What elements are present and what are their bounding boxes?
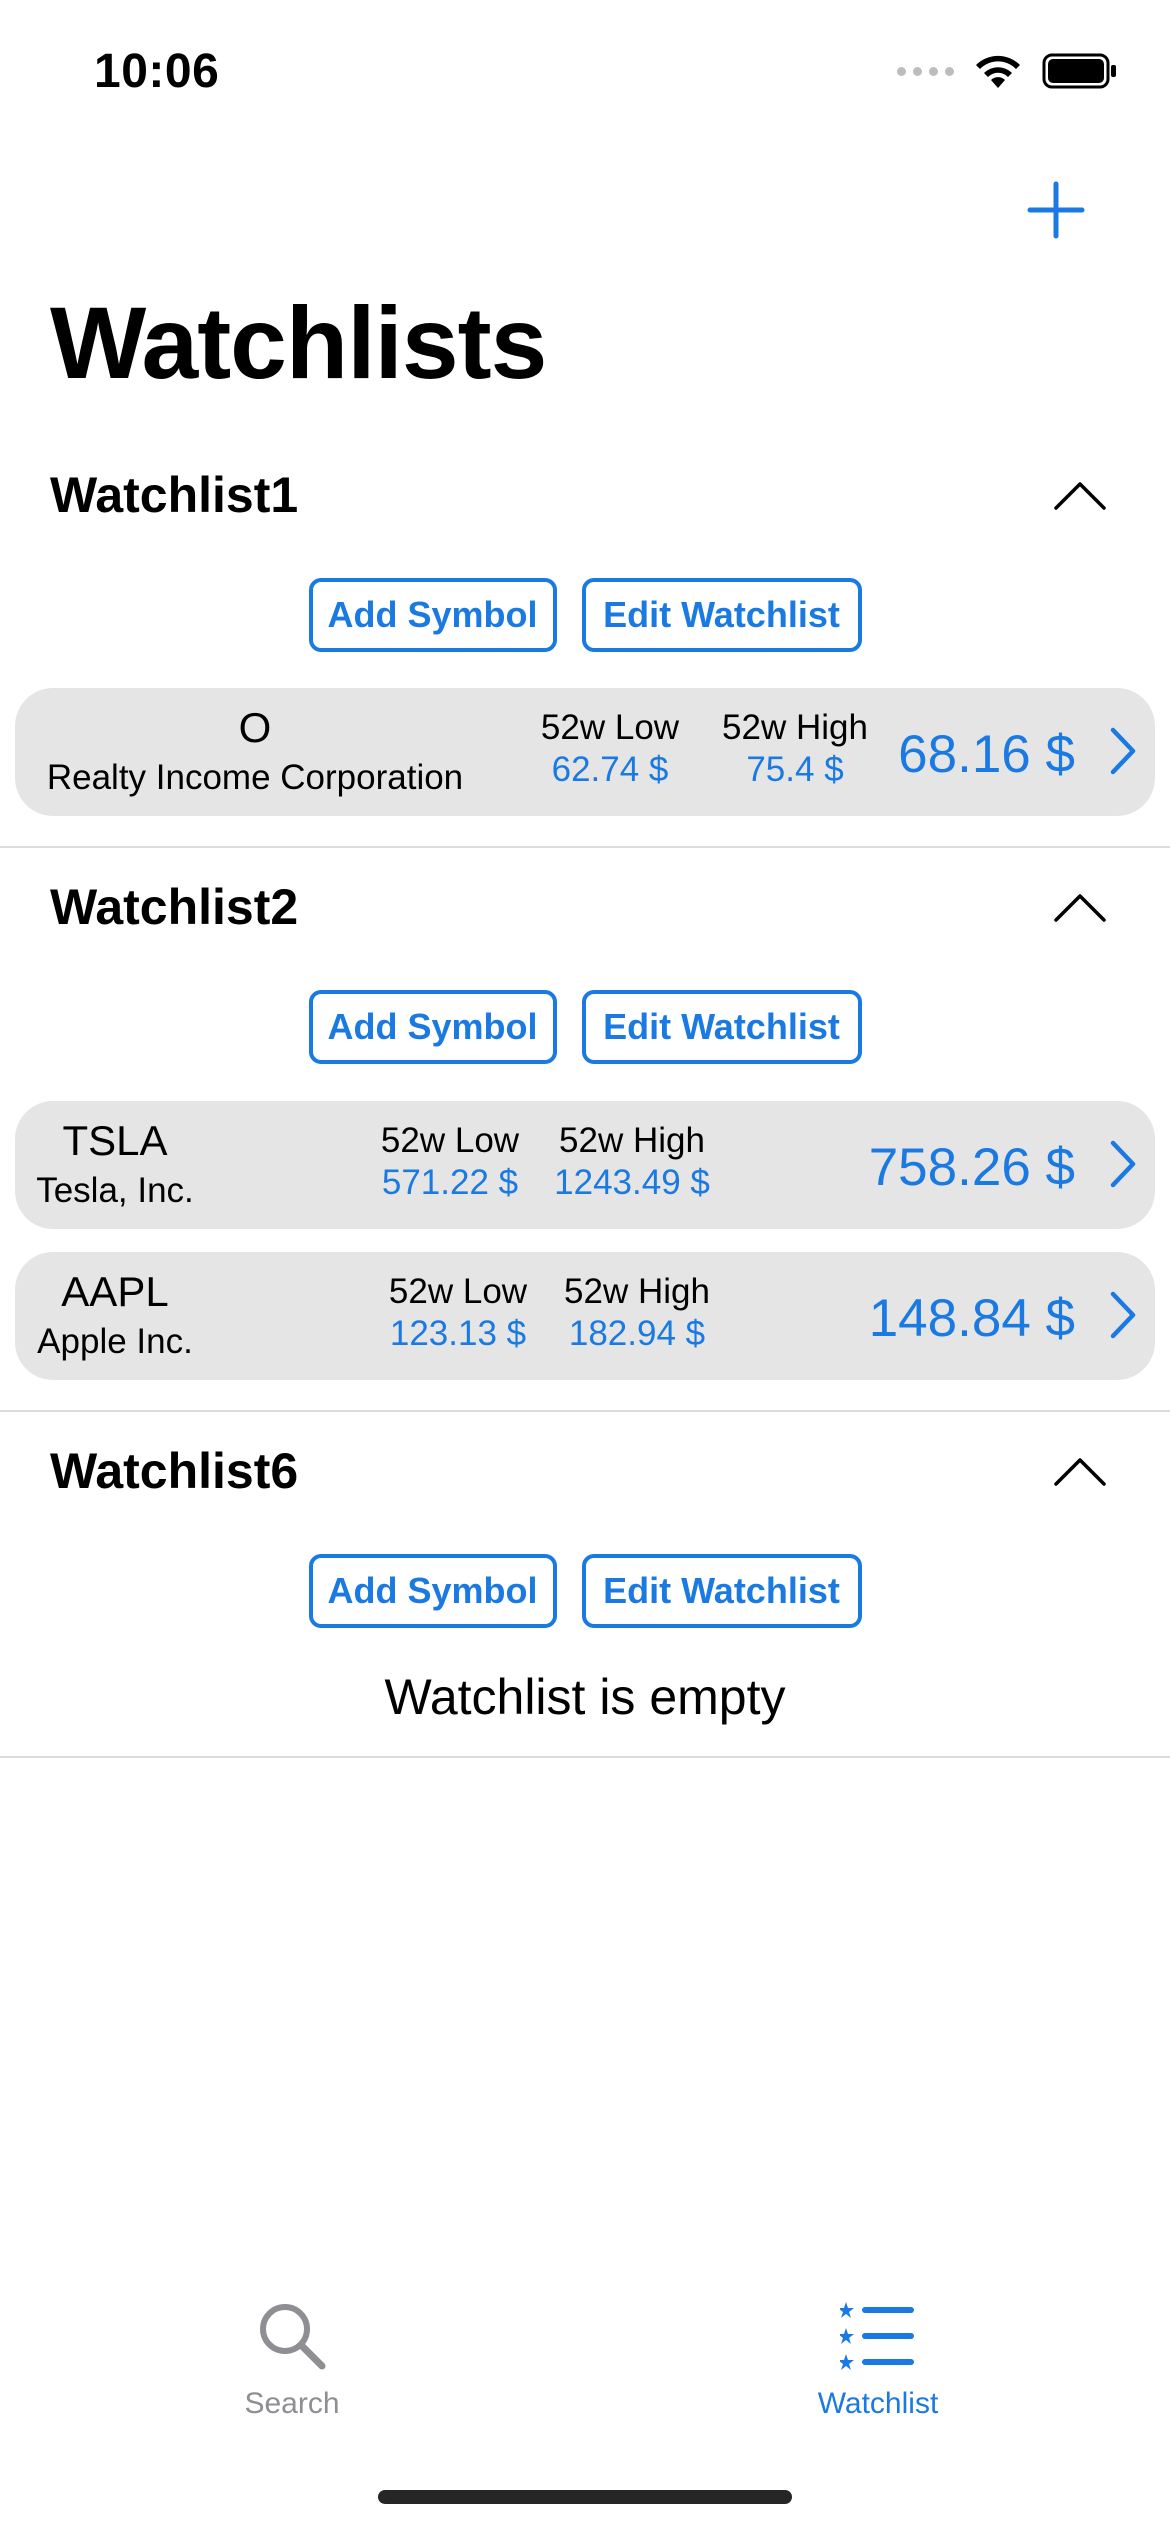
wifi-icon bbox=[976, 55, 1020, 88]
tab-watchlist[interactable]: Watchlist bbox=[728, 2300, 1028, 2421]
cellular-signal-icon bbox=[897, 66, 954, 76]
add-symbol-button[interactable]: Add Symbol bbox=[308, 990, 557, 1064]
chevron-right-icon bbox=[1110, 727, 1136, 775]
home-indicator bbox=[378, 2490, 792, 2504]
add-watchlist-button[interactable] bbox=[1026, 180, 1086, 240]
low-value: 571.22 $ bbox=[381, 1163, 519, 1202]
stock-symbol: TSLA bbox=[62, 1117, 168, 1164]
stock-symbol: O bbox=[238, 704, 272, 751]
add-symbol-button[interactable]: Add Symbol bbox=[308, 578, 557, 652]
status-bar: 10:06 bbox=[0, 0, 1170, 140]
stock-row[interactable]: TSLA Tesla, Inc. 52w Low 571.22 $ 52w Hi… bbox=[15, 1101, 1155, 1229]
low-label: 52w Low bbox=[388, 1272, 528, 1311]
high-label: 52w High bbox=[559, 1121, 705, 1160]
stock-row[interactable]: O Realty Income Corporation 52w Low 62.7… bbox=[15, 688, 1155, 816]
watchlist-actions: Add Symbol Edit Watchlist bbox=[0, 990, 1170, 1064]
stock-name: Apple Inc. bbox=[37, 1322, 193, 1361]
high-value: 1243.49 $ bbox=[554, 1163, 710, 1202]
section-divider bbox=[0, 1756, 1170, 1758]
watchlist-actions: Add Symbol Edit Watchlist bbox=[0, 1554, 1170, 1628]
high-value: 75.4 $ bbox=[746, 750, 844, 789]
watchlist-header: Watchlist6 bbox=[50, 1443, 299, 1499]
chevron-right-icon bbox=[1110, 1140, 1136, 1188]
chevron-up-icon[interactable] bbox=[1050, 890, 1110, 926]
low-label: 52w Low bbox=[540, 708, 680, 747]
stock-price: 148.84 $ bbox=[868, 1289, 1075, 1348]
watchlist-header: Watchlist1 bbox=[50, 467, 299, 523]
empty-watchlist-message: Watchlist is empty bbox=[384, 1669, 786, 1725]
chevron-right-icon bbox=[1110, 1291, 1136, 1339]
stock-price: 68.16 $ bbox=[898, 725, 1075, 784]
stock-row[interactable]: AAPL Apple Inc. 52w Low 123.13 $ 52w Hig… bbox=[15, 1252, 1155, 1380]
list-icon bbox=[838, 2302, 914, 2370]
stock-name: Tesla, Inc. bbox=[36, 1171, 194, 1210]
section-divider bbox=[0, 1410, 1170, 1412]
add-symbol-button[interactable]: Add Symbol bbox=[308, 1554, 557, 1628]
tab-search[interactable]: Search bbox=[142, 2300, 442, 2421]
chevron-up-icon[interactable] bbox=[1050, 1454, 1110, 1490]
status-icons bbox=[897, 52, 1118, 90]
low-label: 52w Low bbox=[380, 1121, 520, 1160]
section-divider bbox=[0, 846, 1170, 848]
edit-watchlist-button[interactable]: Edit Watchlist bbox=[581, 1554, 862, 1628]
low-value: 123.13 $ bbox=[389, 1314, 527, 1353]
edit-watchlist-button[interactable]: Edit Watchlist bbox=[581, 990, 862, 1064]
edit-watchlist-button[interactable]: Edit Watchlist bbox=[581, 578, 862, 652]
battery-icon bbox=[1042, 53, 1116, 89]
stock-name: Realty Income Corporation bbox=[46, 758, 464, 797]
search-icon bbox=[260, 2304, 326, 2370]
page-title: Watchlists bbox=[50, 286, 547, 400]
stock-price: 758.26 $ bbox=[868, 1138, 1075, 1197]
status-time: 10:06 bbox=[94, 45, 220, 98]
low-value: 62.74 $ bbox=[551, 750, 669, 789]
high-label: 52w High bbox=[722, 708, 868, 747]
watchlist-header: Watchlist2 bbox=[50, 879, 299, 935]
high-label: 52w High bbox=[564, 1272, 710, 1311]
tab-label: Search bbox=[244, 2387, 340, 2420]
chevron-up-icon[interactable] bbox=[1050, 478, 1110, 514]
watchlist-actions: Add Symbol Edit Watchlist bbox=[0, 578, 1170, 652]
stock-symbol: AAPL bbox=[61, 1268, 169, 1315]
high-value: 182.94 $ bbox=[568, 1314, 706, 1353]
tab-label: Watchlist bbox=[817, 2387, 939, 2420]
